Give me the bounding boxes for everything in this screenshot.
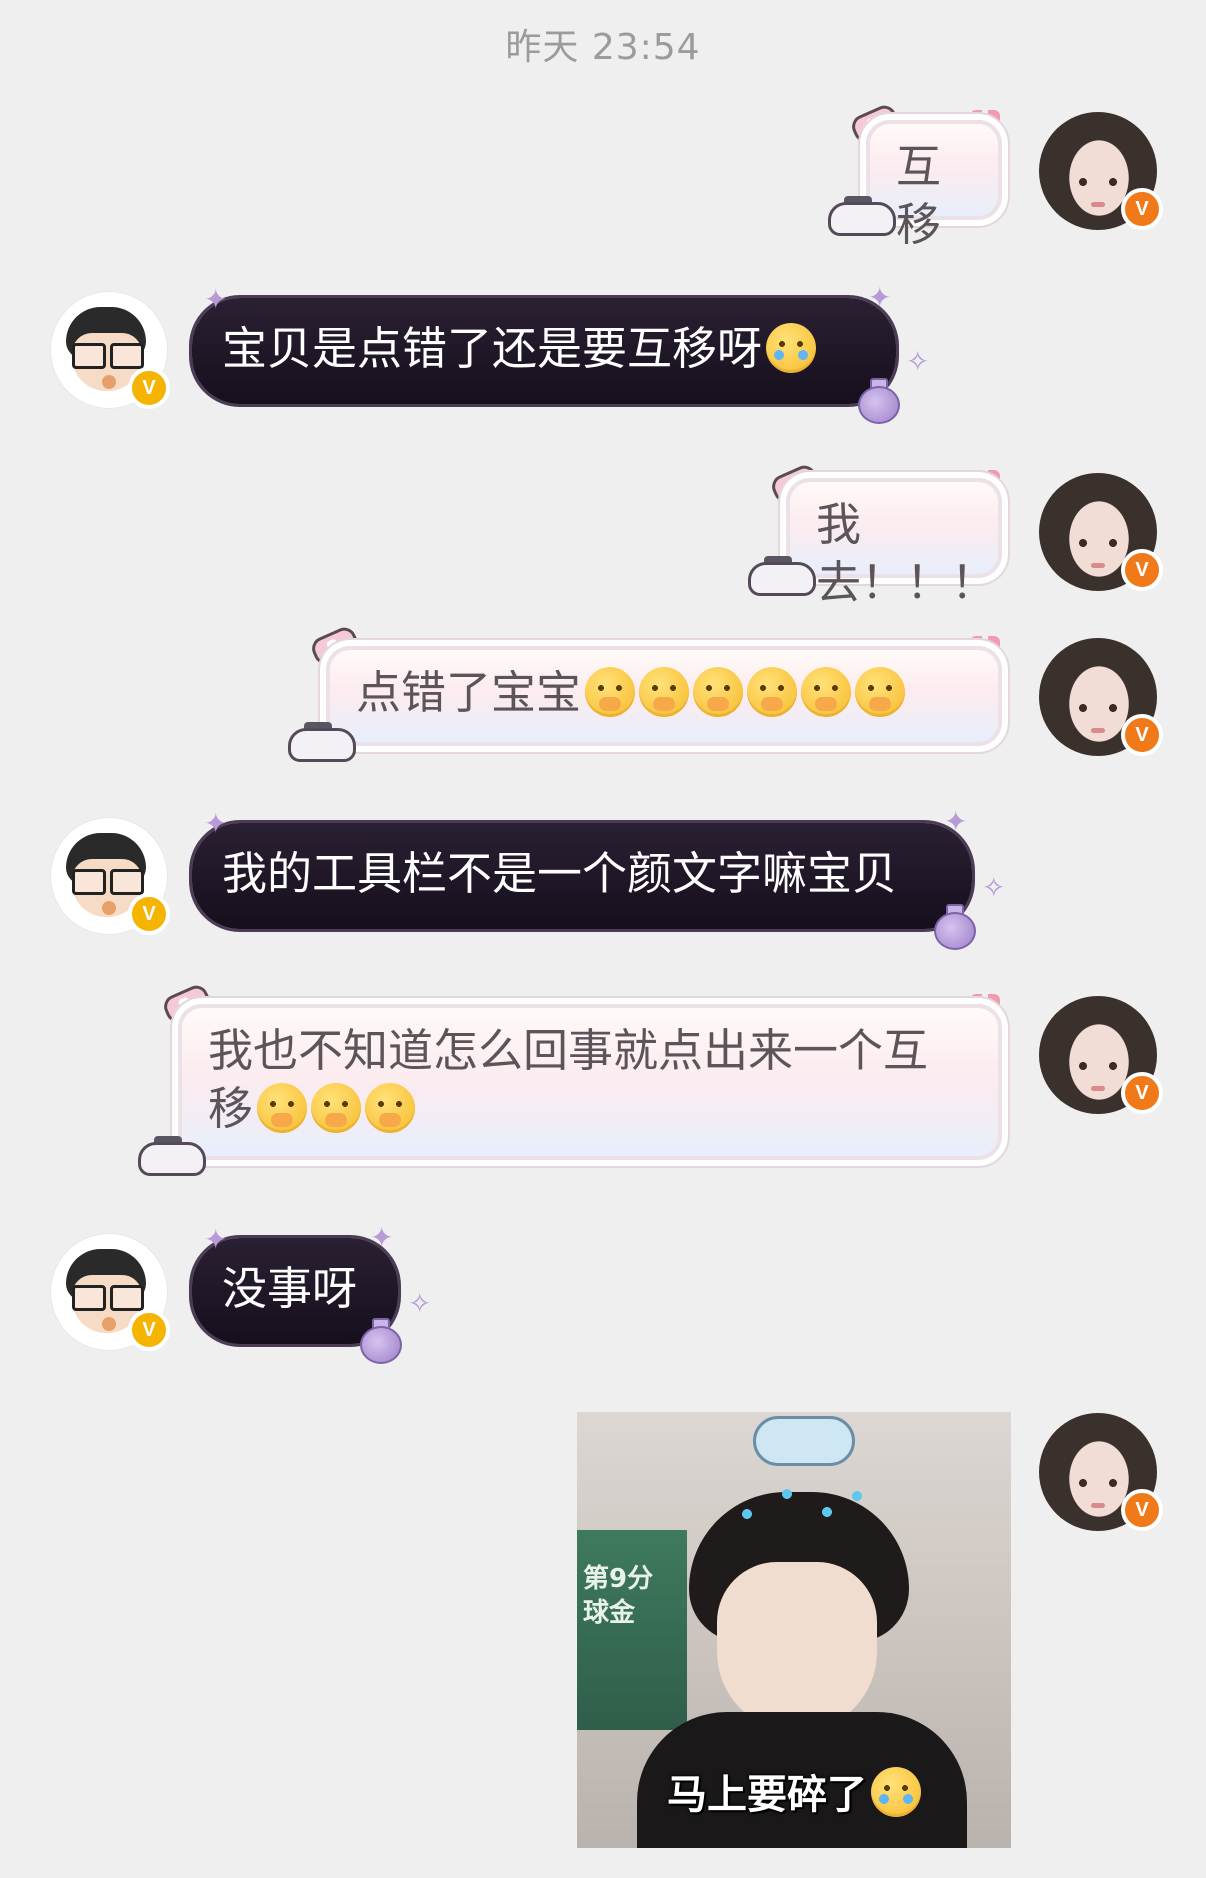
potion-flask: [934, 912, 976, 950]
mascot-body: [748, 562, 816, 596]
face-holding-back-tears-icon: [693, 667, 744, 717]
face-holding-back-tears-icon: [585, 667, 636, 717]
glasses-icon: [72, 869, 144, 895]
verified-badge-icon: V: [1121, 1072, 1163, 1114]
background-sign-line: 球金: [583, 1598, 636, 1628]
image-caption-text: 马上要碎了: [667, 1772, 867, 1818]
background-sign-line: 第9分: [583, 1564, 654, 1594]
message-text: 我去！！！: [816, 498, 997, 609]
sparkle-icon: ✦: [204, 1223, 228, 1256]
verified-badge-icon: V: [1121, 188, 1163, 230]
loudly-crying-face-icon: [766, 323, 817, 373]
mascot-icon: [748, 556, 816, 596]
face-holding-back-tears-icon: [801, 667, 852, 717]
face-holding-back-tears-icon: [747, 667, 798, 717]
mascot-body: [288, 728, 356, 762]
image-caption: 马上要碎了: [577, 1762, 1011, 1820]
message-bubble[interactable]: 点错了宝宝: [326, 646, 1002, 746]
glasses-icon: [72, 343, 144, 369]
avatar[interactable]: V: [1039, 638, 1163, 756]
message-text: 点错了宝宝: [356, 666, 582, 719]
message-bubble[interactable]: 我也不知道怎么回事就点出来一个互 移: [178, 1004, 1002, 1160]
potion-icon: [354, 1318, 402, 1364]
avatar[interactable]: V: [1039, 996, 1163, 1114]
image-message[interactable]: 第9分 球金 马上要碎了: [577, 1412, 1011, 1848]
mouth: [102, 1317, 116, 1331]
face-holding-back-tears-icon: [855, 667, 906, 717]
potion-icon: [928, 904, 976, 950]
verified-badge-icon: V: [1121, 549, 1163, 591]
potion-flask: [360, 1326, 402, 1364]
avatar[interactable]: V: [1039, 473, 1163, 591]
verified-badge-icon: V: [128, 367, 170, 409]
message-text-line: 我也不知道怎么回事就点出来一个互: [208, 1024, 929, 1077]
sparkle-icon: ✦: [370, 1221, 394, 1254]
raindrops-icon: [727, 1484, 877, 1544]
sparkle-icon: ✧: [906, 345, 930, 378]
avatar[interactable]: V: [50, 291, 170, 409]
verified-badge-icon: V: [128, 893, 170, 935]
verified-badge-icon: V: [128, 1309, 170, 1351]
avatar[interactable]: V: [1039, 112, 1163, 230]
mascot-icon: [138, 1136, 206, 1176]
message-text: 我的工具栏不是一个颜文字嘛宝贝: [222, 847, 898, 900]
face-holding-back-tears-icon: [639, 667, 690, 717]
mascot-icon: [828, 196, 896, 236]
sparkle-icon: ✦: [204, 283, 228, 316]
avatar[interactable]: V: [50, 1233, 170, 1351]
message-bubble[interactable]: 宝贝是点错了还是要互移呀: [192, 298, 896, 404]
message-text: 移: [208, 1082, 254, 1135]
message-text-line-2: 移: [208, 1080, 972, 1138]
mascot-body: [828, 202, 896, 236]
message-text: 没事呀: [222, 1262, 358, 1315]
chat-screen: 昨天 23:54 V 互移 V 宝贝是点错了还是要互移呀 ✦ ✦ ✧ V 我去！…: [0, 0, 1206, 1878]
person-face: [717, 1562, 877, 1732]
sparkle-icon: ✦: [868, 281, 892, 314]
face-holding-back-tears-icon: [311, 1083, 362, 1133]
message-text: 宝贝是点错了还是要互移呀: [222, 322, 763, 375]
sparkle-icon: ✧: [982, 871, 1006, 904]
message-bubble[interactable]: 我的工具栏不是一个颜文字嘛宝贝: [192, 823, 972, 929]
glasses-icon: [72, 1285, 144, 1311]
verified-badge-icon: V: [1121, 1489, 1163, 1531]
mascot-icon: [288, 722, 356, 762]
pleading-face-icon: [871, 1767, 921, 1817]
avatar[interactable]: V: [50, 817, 170, 935]
message-text: 互移: [896, 140, 942, 251]
verified-badge-icon: V: [1121, 714, 1163, 756]
mouth: [102, 375, 116, 389]
face-holding-back-tears-icon: [257, 1083, 308, 1133]
background-sign: 第9分 球金: [583, 1562, 653, 1630]
background-shelf: [577, 1530, 687, 1730]
message-timestamp: 昨天 23:54: [505, 27, 701, 68]
sparkle-icon: ✦: [204, 807, 228, 840]
sparkle-icon: ✧: [408, 1287, 432, 1320]
potion-flask: [858, 386, 900, 424]
mouth: [102, 901, 116, 915]
avatar[interactable]: V: [1039, 1413, 1163, 1531]
sparkle-icon: ✦: [944, 805, 968, 838]
mascot-body: [138, 1142, 206, 1176]
rain-cloud-icon: [753, 1416, 855, 1466]
face-holding-back-tears-icon: [365, 1083, 416, 1133]
message-bubble[interactable]: 我去！！！: [786, 478, 1002, 609]
potion-icon: [852, 378, 900, 424]
